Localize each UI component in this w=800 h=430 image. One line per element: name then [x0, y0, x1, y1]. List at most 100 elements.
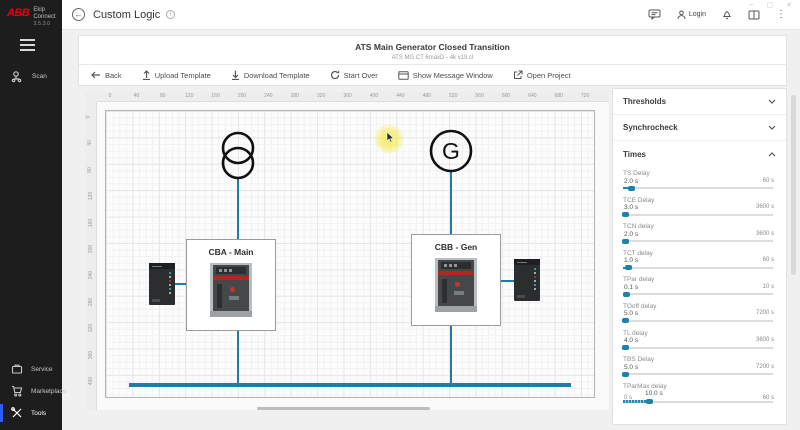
ruler-tick: 720: [581, 93, 589, 99]
back-circle-button[interactable]: ←: [72, 8, 85, 21]
close-button[interactable]: ✕: [786, 1, 792, 9]
slider-label: TCT delay: [623, 250, 653, 257]
breaker-box-cba[interactable]: CBA - Main: [186, 239, 276, 331]
chat-icon[interactable]: [648, 9, 661, 20]
slider-max-label: 60 s: [763, 178, 774, 184]
slider-label: TBS Delay: [623, 356, 654, 363]
show-message-window-button[interactable]: Show Message Window: [398, 71, 493, 80]
slider-tpar-delay: TPar delay0.1 s10 s: [623, 275, 776, 302]
ruler-tick: 640: [528, 93, 536, 99]
slider-track-tpar-delay[interactable]: [623, 293, 773, 295]
diagram-canvas[interactable]: G CBA - Main CBB - Gen: [97, 102, 609, 410]
upload-template-button[interactable]: Upload Template: [142, 70, 211, 80]
sidebar-item-label: Service: [31, 366, 53, 373]
download-template-button[interactable]: Download Template: [231, 70, 310, 80]
download-label: Download Template: [244, 71, 310, 80]
v-ruler: 04080120160200240280320360400: [85, 102, 97, 410]
breaker-box-cbb[interactable]: CBB - Gen: [411, 234, 501, 326]
wires-and-symbols: G: [106, 111, 596, 399]
settings-panel: Thresholds Synchrocheck Times TS Delay2.…: [612, 88, 787, 425]
ruler-tick: 40: [87, 141, 93, 147]
slider-track-tbs-delay[interactable]: [623, 373, 773, 375]
slider-thumb-tcn-delay[interactable]: [622, 239, 629, 244]
slider-tct-delay: TCT delay1.0 s60 s: [623, 249, 776, 276]
section-synchrocheck[interactable]: Synchrocheck: [613, 115, 786, 141]
sidebar-item-service[interactable]: Service: [0, 358, 62, 380]
slider-thumb-ts-delay[interactable]: [628, 186, 635, 191]
sidebar-item-tools[interactable]: Tools: [0, 402, 62, 424]
generator-symbol: G: [431, 131, 471, 171]
ruler-tick: 40: [134, 93, 140, 99]
slider-track-tl-delay[interactable]: [623, 347, 773, 349]
ruler-tick: 600: [502, 93, 510, 99]
bell-icon[interactable]: [722, 9, 732, 20]
panel-scrollbar[interactable]: [791, 95, 796, 275]
product-name: Ekip Connect: [33, 7, 58, 21]
mouse-cursor-icon: [386, 132, 395, 144]
slider-tbs-delay: TBS Delay5.0 s7200 s: [623, 355, 776, 382]
upload-icon: [142, 70, 151, 80]
slider-thumb-tpar-delay[interactable]: [623, 292, 630, 297]
start-over-button[interactable]: Start Over: [330, 70, 378, 80]
message-window-icon: [398, 71, 409, 80]
h-ruler: 0408012016020024028032036040044048052056…: [97, 92, 609, 102]
slider-track-tct-delay[interactable]: [623, 267, 773, 269]
product-version: 3.5.3.0: [33, 21, 58, 27]
hamburger-menu-icon[interactable]: [20, 39, 35, 51]
briefcase-icon: [11, 363, 23, 375]
slider-label: TCN delay: [623, 223, 654, 230]
slider-tce-delay: TCE Delay3.0 s3600 s: [623, 196, 776, 223]
relay-module-right[interactable]: [514, 259, 540, 301]
back-label: Back: [105, 71, 122, 80]
sidebar-item-scan[interactable]: Scan: [0, 65, 62, 87]
slider-thumb-tbs-delay[interactable]: [622, 372, 629, 377]
slider-ts-delay: TS Delay2.0 s60 s: [623, 169, 776, 196]
person-icon: [677, 10, 686, 20]
slider-thumb-tl-delay[interactable]: [622, 345, 629, 350]
sidebar-item-label: Marketplace: [31, 388, 66, 395]
slider-value: 0.1 s: [624, 284, 638, 291]
ruler-tick: 240: [264, 93, 272, 99]
info-icon[interactable]: i: [166, 10, 175, 19]
active-indicator: [0, 404, 3, 422]
slider-value: 5.0 s: [624, 310, 638, 317]
slider-track-tooff-delay[interactable]: [623, 320, 773, 322]
slider-thumb-tooff-delay[interactable]: [622, 318, 629, 323]
minimize-button[interactable]: –: [750, 1, 754, 9]
chevron-down-icon: [768, 125, 776, 130]
sidebar-item-marketplace[interactable]: Marketplace: [0, 380, 62, 402]
login-button[interactable]: Login: [677, 10, 706, 20]
slider-label: TPar delay: [623, 276, 654, 283]
transformer-symbol: [223, 133, 253, 178]
slider-thumb-tce-delay[interactable]: [622, 212, 629, 217]
back-button[interactable]: Back: [91, 71, 122, 80]
ruler-tick: 400: [370, 93, 378, 99]
slider-track-tcn-delay[interactable]: [623, 240, 773, 242]
open-project-button[interactable]: Open Project: [513, 70, 571, 80]
slider-thumb-tparmax-delay[interactable]: [646, 399, 653, 404]
slider-thumb-tct-delay[interactable]: [625, 265, 632, 270]
project-title: ATS Main Generator Closed Transition: [79, 42, 786, 52]
slider-max-label: 3600 s: [756, 231, 774, 237]
horizontal-scrollbar[interactable]: [257, 407, 430, 410]
ruler-tick: 200: [238, 93, 246, 99]
section-times[interactable]: Times: [613, 141, 786, 167]
kebab-menu-icon[interactable]: ⋮: [776, 10, 786, 20]
maximize-button[interactable]: ▢: [767, 1, 774, 9]
slider-value: 5.0 s: [624, 364, 638, 371]
slider-track-ts-delay[interactable]: [623, 187, 773, 189]
slider-tparmax-delay: TParMax delay10.0 s60 s0 s: [623, 382, 776, 409]
relay-module-left[interactable]: [149, 263, 175, 305]
manual-icon[interactable]: [748, 10, 760, 20]
section-thresholds[interactable]: Thresholds: [613, 89, 786, 115]
start-over-label: Start Over: [344, 71, 378, 80]
slider-track-tparmax-delay[interactable]: [623, 401, 773, 403]
slider-value: 1.0 s: [624, 257, 638, 264]
ruler-tick: 360: [88, 350, 94, 358]
breaker-image-cba: [210, 263, 252, 317]
sidebar-item-label: Scan: [32, 73, 47, 80]
slider-tooff-delay: TOoff delay5.0 s7200 s: [623, 302, 776, 329]
slider-track-tce-delay[interactable]: [623, 214, 773, 216]
ruler-tick: 320: [88, 324, 94, 332]
diagram-frame: G CBA - Main CBB - Gen: [105, 110, 595, 398]
